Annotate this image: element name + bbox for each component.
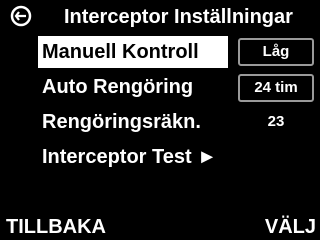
menu-item-manuell-kontroll[interactable]: Manuell Kontroll	[38, 36, 228, 68]
back-softkey[interactable]: TILLBAKA	[6, 214, 106, 240]
screen-header: Interceptor Inställningar	[0, 0, 320, 34]
select-softkey[interactable]: VÄLJ	[265, 214, 316, 240]
rengoringsrakn-value: 23	[267, 113, 285, 130]
menu-item-interceptor-test[interactable]: Interceptor Test ►	[38, 141, 228, 173]
auto-rengoring-value[interactable]: 24 tim	[238, 74, 314, 102]
page-title: Interceptor Inställningar	[64, 6, 293, 28]
menu-item-auto-rengoring[interactable]: Auto Rengöring	[38, 71, 228, 103]
brand-logo-icon	[10, 5, 32, 27]
manuell-kontroll-value[interactable]: Låg	[238, 38, 314, 66]
menu-item-rengoringsrakn[interactable]: Rengöringsräkn.	[38, 106, 228, 138]
